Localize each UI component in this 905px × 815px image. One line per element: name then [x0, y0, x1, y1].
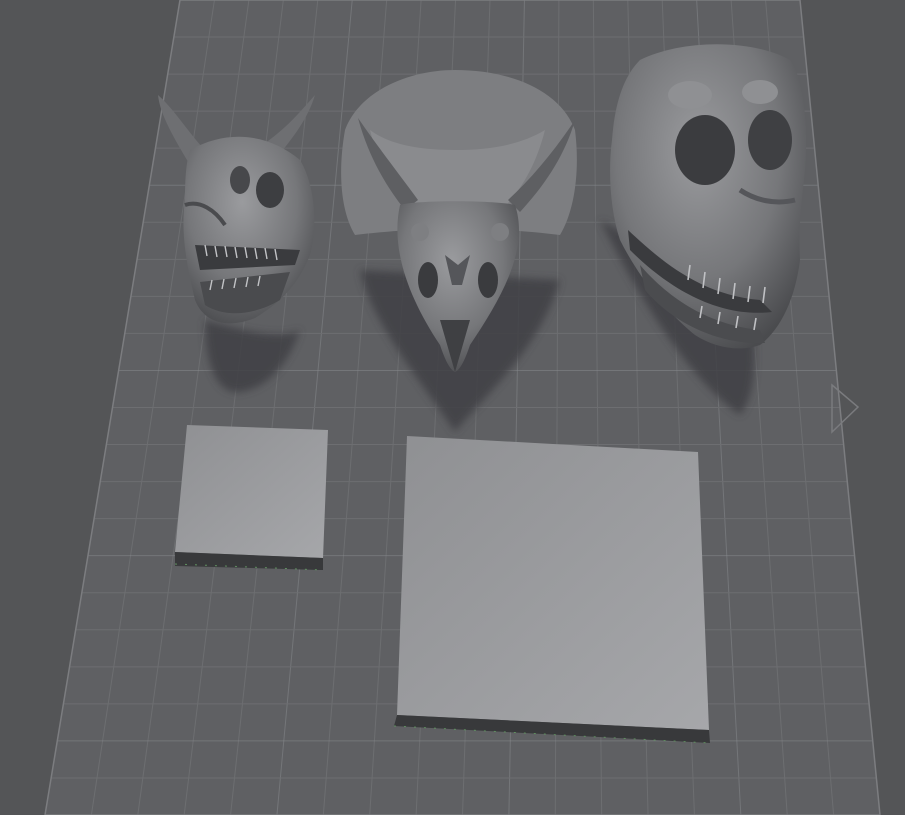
3d-viewport[interactable] [0, 0, 905, 815]
scene[interactable] [0, 0, 905, 815]
small-base[interactable] [174, 425, 328, 571]
large-base[interactable] [393, 436, 711, 744]
